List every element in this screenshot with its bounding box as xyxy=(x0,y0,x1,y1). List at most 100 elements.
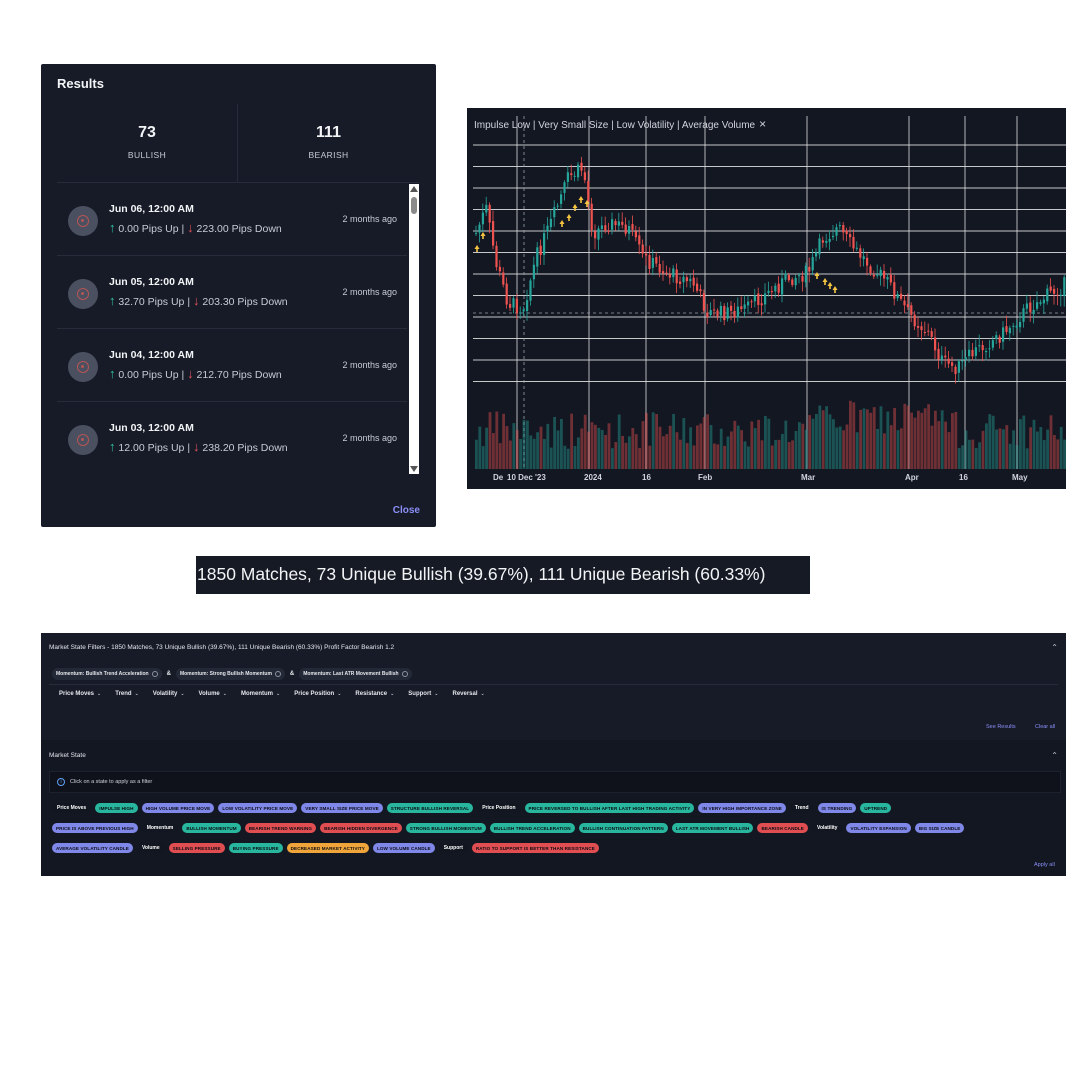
state-chip[interactable]: STRUCTURE BULLISH REVERSAL xyxy=(386,803,474,813)
state-chip[interactable]: VERY SMALL SIZE PRICE MOVE xyxy=(301,803,383,813)
dropdown-trend[interactable]: Trend ⌄ xyxy=(115,691,139,697)
state-chip[interactable]: BEARISH HIDDEN DIVERGENCE xyxy=(320,823,402,833)
results-scrollbar[interactable] xyxy=(409,184,419,474)
volume-bar xyxy=(1012,430,1015,469)
dropdown-volume[interactable]: Volume ⌄ xyxy=(199,691,227,697)
volume-bar xyxy=(492,433,495,469)
x-axis-label: Feb xyxy=(698,473,712,482)
volume-bar xyxy=(930,425,934,469)
scroll-up-icon[interactable] xyxy=(410,186,418,192)
dropdown-support[interactable]: Support ⌄ xyxy=(408,691,438,697)
remove-filter-icon[interactable] xyxy=(274,671,281,677)
volume-bar xyxy=(597,427,601,469)
state-chip[interactable]: IMPULSE HIGH xyxy=(95,803,138,813)
candle-body xyxy=(855,247,858,249)
price-chart[interactable]: De 10 Dec '23 2024 16 Feb Mar Apr 16 May Impulse… xyxy=(467,108,1066,489)
scroll-down-icon[interactable] xyxy=(410,466,418,472)
pattern-marker-icon xyxy=(827,282,833,286)
clear-all-link[interactable]: Clear all xyxy=(1035,724,1055,730)
state-chip[interactable]: LOW VOLUME CANDLE xyxy=(372,843,435,853)
candle-body xyxy=(597,228,600,240)
state-chip[interactable]: BEARISH CANDLE xyxy=(757,823,808,833)
candle-body xyxy=(488,204,491,223)
dropdown-resistance[interactable]: Resistance ⌄ xyxy=(355,691,394,697)
state-chip[interactable]: BULLISH MOMENTUM xyxy=(182,823,241,833)
scroll-thumb[interactable] xyxy=(411,197,417,214)
volume-bar xyxy=(988,414,992,469)
volume-bar xyxy=(838,426,842,469)
result-row[interactable]: Jun 04, 12:00 AM ↑ 0.00 Pips Up | ↓ 212.… xyxy=(57,329,407,402)
volume-bar xyxy=(522,419,526,469)
chart-canvas[interactable]: De 10 Dec '23 2024 16 Feb Mar Apr 16 May xyxy=(467,108,1066,489)
state-chip[interactable]: BEARISH TREND WARNING xyxy=(244,823,317,833)
candle-body xyxy=(838,225,841,227)
state-chip[interactable]: VOLATILITY EXPANSION xyxy=(846,823,911,833)
results-list[interactable]: Jun 06, 12:00 AM ↑ 0.00 Pips Up | ↓ 223.… xyxy=(57,183,407,473)
candle-body xyxy=(723,306,726,321)
dropdown-price-position[interactable]: Price Position ⌄ xyxy=(294,691,341,697)
state-chip[interactable]: AVERAGE VOLATILITY CANDLE xyxy=(52,843,133,853)
result-row[interactable]: Jun 03, 12:00 AM ↑ 12.00 Pips Up | ↓ 238… xyxy=(57,402,407,473)
state-chip[interactable]: BUYING PRESSURE xyxy=(228,843,283,853)
see-results-link[interactable]: See Results xyxy=(986,724,1016,730)
state-chip[interactable]: PRICE REVERSED TO BULLISH AFTER LAST HIG… xyxy=(524,803,695,813)
chevron-down-icon: ⌄ xyxy=(180,691,185,697)
volume-bar xyxy=(617,414,621,469)
state-chip[interactable]: HIGH VOLUME PRICE MOVE xyxy=(141,803,215,813)
volume-bar xyxy=(991,415,995,469)
volume-bar xyxy=(658,426,662,469)
state-chip[interactable]: IS TRENDING xyxy=(817,803,857,813)
result-row[interactable]: Jun 06, 12:00 AM ↑ 0.00 Pips Up | ↓ 223.… xyxy=(57,183,407,256)
volume-bar xyxy=(808,415,811,469)
volume-bar xyxy=(488,412,492,469)
volume-bar xyxy=(934,410,937,469)
active-filter-chip[interactable]: Momentum: Bullish Trend Acceleration xyxy=(52,668,162,680)
active-filter-chip[interactable]: Momentum: Last ATR Movement Bullish xyxy=(299,668,412,680)
candle-body xyxy=(651,258,654,268)
state-chip[interactable]: RATIO TO SUPPORT IS BETTER THAN RESISTAN… xyxy=(471,843,599,853)
candle-body xyxy=(641,244,644,254)
chevron-up-icon[interactable]: ⌃ xyxy=(1051,751,1058,760)
remove-filter-icon[interactable] xyxy=(401,671,408,677)
volume-bar xyxy=(770,445,774,469)
volume-bar xyxy=(583,414,587,469)
chart-legend-text: Impulse Low | Very Small Size | Low Vola… xyxy=(474,120,756,131)
volume-bar xyxy=(1002,429,1005,469)
chevron-up-icon[interactable]: ⌃ xyxy=(1051,643,1058,652)
state-chip[interactable]: BULLISH CONTINUATION PATTERN xyxy=(578,823,668,833)
dropdown-price-moves[interactable]: Price Moves ⌄ xyxy=(59,691,101,697)
state-chip[interactable]: IN VERY HIGH IMPORTANCE ZONE xyxy=(698,803,786,813)
dropdown-volatility[interactable]: Volatility ⌄ xyxy=(153,691,185,697)
active-filter-chip[interactable]: Momentum: Strong Bullish Momentum xyxy=(175,668,285,680)
state-chip[interactable]: LAST ATR MOVEMENT BULLISH xyxy=(671,823,754,833)
result-date: Jun 04, 12:00 AM xyxy=(109,349,194,361)
volume-bar xyxy=(539,426,543,469)
target-icon xyxy=(77,288,89,300)
bearish-count: 111 xyxy=(316,124,341,141)
state-chip[interactable]: STRONG BULLISH MOMENTUM xyxy=(405,823,486,833)
x-axis-label: May xyxy=(1012,473,1028,482)
candle-body xyxy=(862,256,865,260)
volume-bar xyxy=(784,420,788,469)
target-icon xyxy=(77,361,89,373)
dropdown-momentum[interactable]: Momentum ⌄ xyxy=(241,691,280,697)
state-chip[interactable]: PRICE IS ABOVE PREVIOUS HIGH xyxy=(52,823,138,833)
close-button[interactable]: Close xyxy=(393,505,420,516)
chevron-down-icon: ⌄ xyxy=(134,691,139,697)
volume-bar xyxy=(995,429,998,469)
candle-body xyxy=(577,164,580,178)
remove-filter-icon[interactable] xyxy=(151,671,158,677)
state-group-label: Support xyxy=(438,843,468,853)
close-icon[interactable]: × xyxy=(759,117,766,131)
state-chip[interactable]: BIG SIZE CANDLE xyxy=(914,823,965,833)
state-chip[interactable]: BULLISH TREND ACCELERATION xyxy=(489,823,575,833)
state-chip[interactable]: UPTREND xyxy=(860,803,892,813)
state-chip[interactable]: LOW VOLATILITY PRICE MOVE xyxy=(218,803,298,813)
state-chip[interactable]: DECREASED MARKET ACTIVITY xyxy=(286,843,369,853)
dropdown-reversal[interactable]: Reversal ⌄ xyxy=(453,691,485,697)
result-row[interactable]: Jun 05, 12:00 AM ↑ 32.70 Pips Up | ↓ 203… xyxy=(57,256,407,329)
state-chip[interactable]: SELLING PRESSURE xyxy=(168,843,225,853)
apply-all-link[interactable]: Apply all xyxy=(1034,862,1055,868)
candle-body xyxy=(607,230,610,232)
volume-bar xyxy=(750,421,754,469)
